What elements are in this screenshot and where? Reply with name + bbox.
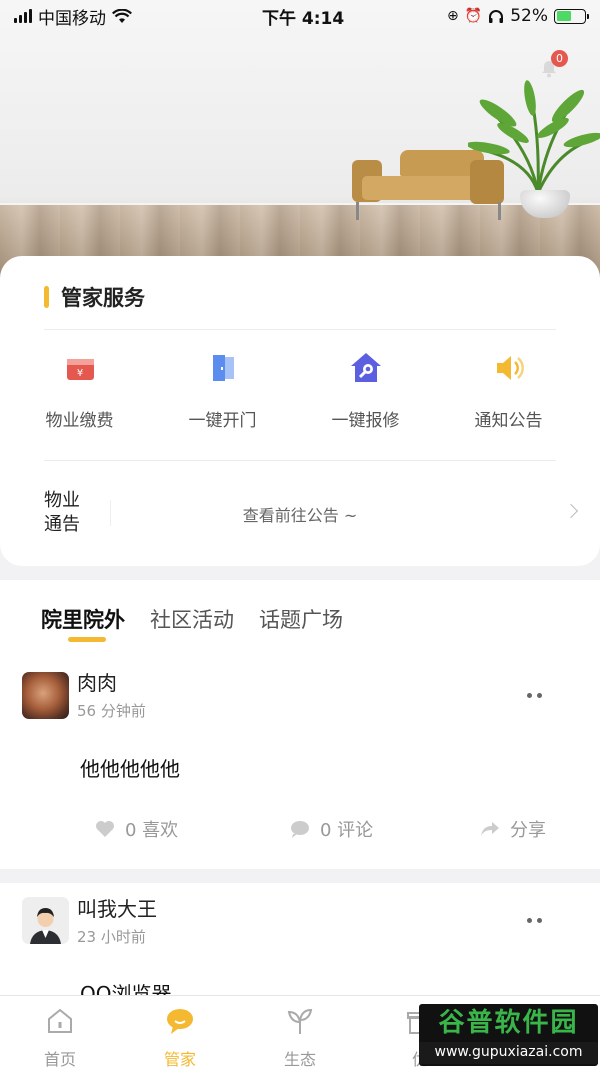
tab-label: 管家	[163, 1050, 196, 1067]
palm-plant-illustration	[468, 80, 600, 194]
service-property-fee[interactable]: ¥ 物业缴费	[8, 350, 151, 431]
section-title: 管家服务	[44, 282, 145, 312]
battery-icon	[554, 8, 589, 24]
watermark-title: 谷普软件园	[438, 1008, 579, 1038]
status-bar: 中国移动 下午 4:14 ⊕ ⏰ 52%	[0, 0, 600, 32]
chevron-right-icon	[563, 503, 579, 519]
tab-yuanli[interactable]: 院里院外	[41, 604, 125, 642]
door-icon	[212, 355, 234, 381]
notification-badge: 0	[551, 50, 568, 67]
comment-icon	[291, 821, 309, 838]
post-content: 他他他他他	[80, 757, 180, 781]
tab-label: 生态	[283, 1050, 316, 1067]
share-button[interactable]: 分享	[480, 816, 546, 842]
sprout-icon	[287, 1008, 313, 1034]
tab-home[interactable]: 首页	[0, 996, 120, 1067]
notice-label-line2: 通告	[44, 514, 80, 535]
post-username[interactable]: 肉肉	[77, 667, 117, 696]
divider	[44, 460, 556, 461]
tab-ecology[interactable]: 生态	[240, 996, 360, 1067]
heart-icon	[96, 821, 114, 837]
service-open-door[interactable]: 一键开门	[151, 350, 294, 431]
chat-bubble-icon	[167, 1009, 193, 1034]
svg-text:¥: ¥	[76, 368, 82, 379]
more-options-icon[interactable]	[527, 918, 542, 923]
service-announcement[interactable]: 通知公告	[437, 350, 580, 431]
section-title-text: 管家服务	[61, 286, 145, 310]
tab-topic-square[interactable]: 话题广场	[259, 604, 343, 634]
avatar[interactable]	[22, 672, 69, 719]
like-count: 0 喜欢	[125, 820, 179, 841]
wallet-icon: ¥	[66, 359, 94, 380]
service-label: 物业缴费	[45, 411, 114, 431]
headphones-icon	[489, 10, 504, 23]
clock: 下午 4:14	[262, 8, 345, 29]
carrier: 中国移动	[38, 8, 106, 29]
comment-count: 0 评论	[320, 820, 374, 841]
comment-button[interactable]: 0 评论	[290, 816, 373, 842]
title-accent-bar	[44, 286, 49, 308]
notice-text: 查看前往公告 ~	[242, 506, 358, 525]
post-username[interactable]: 叫我大王	[77, 893, 157, 922]
service-label: 一键开门	[188, 411, 257, 431]
more-options-icon[interactable]	[527, 693, 542, 698]
avatar[interactable]	[22, 897, 69, 944]
signal-icon	[14, 9, 32, 23]
wifi-icon	[112, 8, 132, 23]
tab-community-activity[interactable]: 社区活动	[150, 604, 234, 634]
rotation-lock-icon: ⊕	[447, 8, 459, 24]
divider	[44, 329, 556, 330]
tab-label: 首页	[43, 1050, 76, 1067]
service-grid: ¥ 物业缴费 一键开门 一键报修 通知公告	[0, 350, 600, 431]
share-label: 分享	[510, 820, 546, 841]
service-label: 通知公告	[474, 411, 543, 431]
property-notice-row[interactable]: 物业 通告 查看前往公告 ~	[0, 486, 600, 540]
post-separator	[0, 869, 600, 883]
like-button[interactable]: 0 喜欢	[95, 816, 178, 842]
post-time: 23 小时前	[77, 928, 146, 946]
hero-banner	[0, 0, 600, 280]
post-time: 56 分钟前	[77, 702, 146, 720]
speaker-icon	[496, 356, 524, 380]
service-label: 一键报修	[331, 411, 400, 431]
post-actions: 0 喜欢 0 评论 分享	[0, 816, 600, 846]
tab-butler[interactable]: 管家	[120, 996, 240, 1067]
share-icon	[481, 822, 499, 836]
watermark-logo: 谷普软件园 www.gupuxiazai.com	[419, 1004, 598, 1066]
notice-label-line1: 物业	[44, 490, 80, 511]
home-icon	[48, 1008, 72, 1033]
feed-tabs: 院里院外 社区活动 话题广场	[41, 604, 343, 642]
alarm-icon: ⏰	[464, 8, 483, 24]
repair-house-icon	[350, 353, 381, 382]
watermark-url: www.gupuxiazai.com	[419, 1042, 598, 1064]
battery-percent: 52%	[510, 6, 548, 26]
notice-label: 物业 通告	[44, 489, 80, 537]
service-repair[interactable]: 一键报修	[294, 350, 437, 431]
